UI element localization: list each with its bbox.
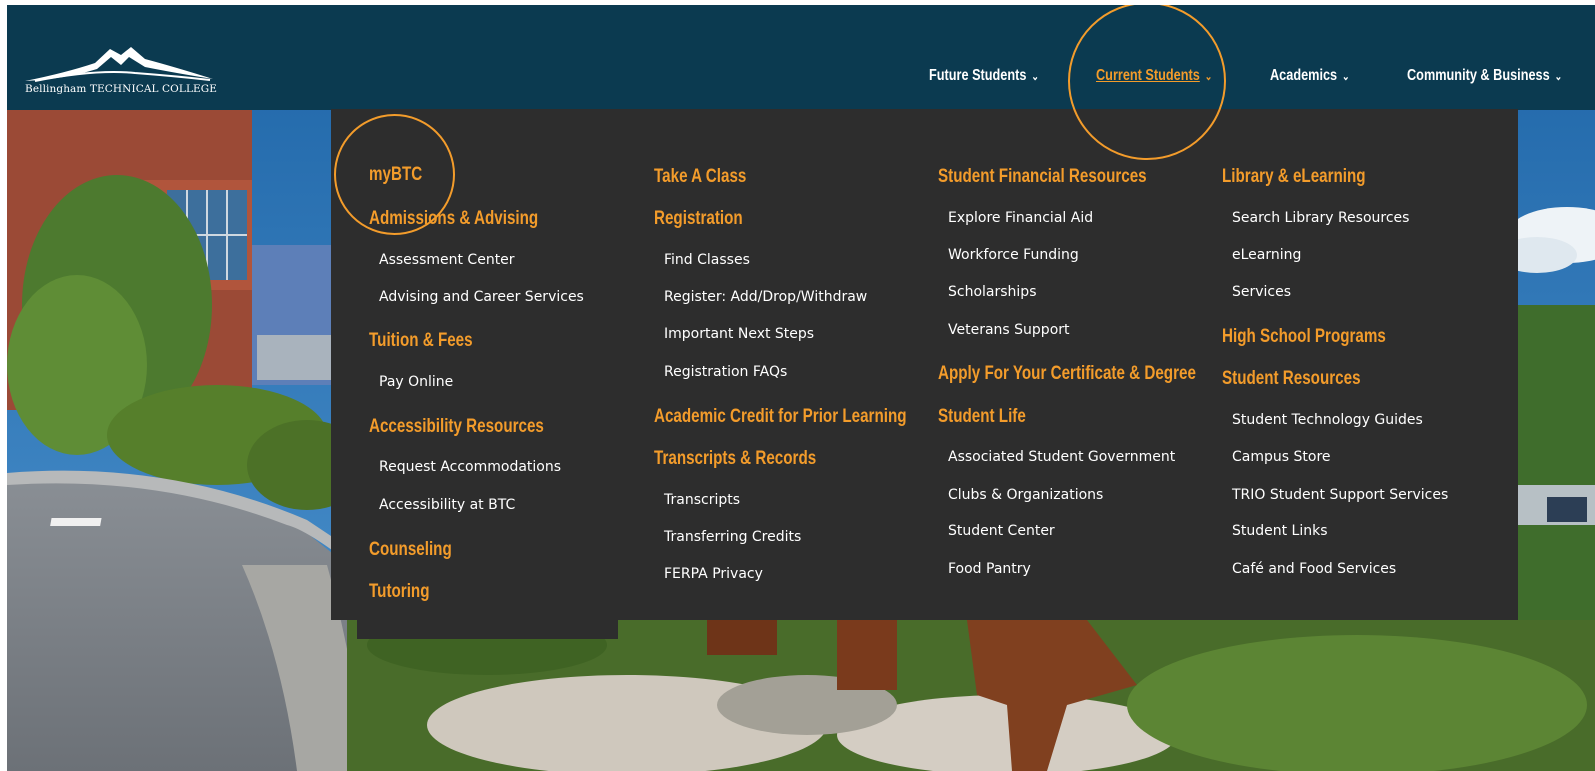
- menu-heading-financial-resources[interactable]: Student Financial Resources: [938, 166, 1147, 188]
- menu-link-find-classes[interactable]: Find Classes: [664, 251, 750, 269]
- menu-link-pay-online[interactable]: Pay Online: [379, 373, 453, 391]
- site-header: [7, 5, 1595, 110]
- menu-link-advising[interactable]: Advising and Career Services: [379, 288, 584, 306]
- chevron-down-icon: ⌄: [1342, 71, 1350, 83]
- menu-heading-take-class[interactable]: Take A Class: [654, 166, 746, 188]
- menu-link-veterans-support[interactable]: Veterans Support: [948, 321, 1070, 339]
- menu-heading-high-school[interactable]: High School Programs: [1222, 326, 1386, 348]
- menu-link-campus-store[interactable]: Campus Store: [1232, 448, 1331, 466]
- mountain-logo-icon: [25, 47, 213, 82]
- menu-heading-accessibility[interactable]: Accessibility Resources: [369, 416, 544, 438]
- menu-heading-tutoring[interactable]: Tutoring: [369, 581, 430, 603]
- nav-label: Community & Business: [1407, 67, 1550, 84]
- menu-link-transcripts[interactable]: Transcripts: [664, 491, 740, 509]
- menu-heading-registration[interactable]: Registration: [654, 208, 743, 230]
- menu-heading-transcripts-records[interactable]: Transcripts & Records: [654, 448, 816, 470]
- logo-text: Bellingham TECHNICAL COLLEGE: [25, 83, 218, 95]
- menu-heading-prior-learning[interactable]: Academic Credit for Prior Learning: [654, 406, 907, 428]
- chevron-down-icon: ⌄: [1204, 71, 1213, 83]
- menu-link-workforce-funding[interactable]: Workforce Funding: [948, 246, 1079, 264]
- menu-link-trio[interactable]: TRIO Student Support Services: [1232, 486, 1448, 504]
- menu-link-financial-aid[interactable]: Explore Financial Aid: [948, 209, 1093, 227]
- menu-heading-library[interactable]: Library & eLearning: [1222, 166, 1366, 188]
- menu-heading-apply-certificate[interactable]: Apply For Your Certificate & Degree: [938, 363, 1196, 385]
- menu-link-registration-faqs[interactable]: Registration FAQs: [664, 363, 787, 381]
- dropdown-extension: [357, 619, 618, 639]
- menu-link-next-steps[interactable]: Important Next Steps: [664, 325, 814, 343]
- menu-link-elearning[interactable]: eLearning: [1232, 246, 1301, 264]
- nav-label: Current Students: [1096, 67, 1200, 84]
- nav-community-business[interactable]: Community & Business ⌄: [1407, 67, 1562, 91]
- nav-current-students[interactable]: Current Students ⌄: [1096, 67, 1212, 91]
- menu-link-accessibility-btc[interactable]: Accessibility at BTC: [379, 496, 515, 514]
- menu-link-ferpa[interactable]: FERPA Privacy: [664, 565, 763, 583]
- nav-future-students[interactable]: Future Students ⌄: [929, 67, 1039, 91]
- menu-link-services[interactable]: Services: [1232, 283, 1291, 301]
- chevron-down-icon: ⌄: [1031, 71, 1039, 83]
- menu-link-transferring-credits[interactable]: Transferring Credits: [664, 528, 801, 546]
- menu-heading-admissions[interactable]: Admissions & Advising: [369, 208, 538, 230]
- menu-link-request-accommodations[interactable]: Request Accommodations: [379, 458, 561, 476]
- menu-heading-student-resources[interactable]: Student Resources: [1222, 368, 1361, 390]
- menu-link-clubs[interactable]: Clubs & Organizations: [948, 486, 1103, 504]
- menu-link-food-pantry[interactable]: Food Pantry: [948, 560, 1031, 578]
- menu-link-scholarships[interactable]: Scholarships: [948, 283, 1036, 301]
- menu-heading-tuition[interactable]: Tuition & Fees: [369, 330, 473, 352]
- menu-link-cafe[interactable]: Café and Food Services: [1232, 560, 1396, 578]
- chevron-down-icon: ⌄: [1554, 71, 1563, 83]
- menu-heading-mybtc[interactable]: myBTC: [369, 164, 422, 186]
- menu-link-student-center[interactable]: Student Center: [948, 522, 1055, 540]
- menu-link-register[interactable]: Register: Add/Drop/Withdraw: [664, 288, 867, 306]
- menu-heading-counseling[interactable]: Counseling: [369, 539, 452, 561]
- nav-label: Future Students: [929, 67, 1027, 84]
- menu-link-student-links[interactable]: Student Links: [1232, 522, 1328, 540]
- menu-link-search-library[interactable]: Search Library Resources: [1232, 209, 1409, 227]
- page-frame: Bellingham TECHNICAL COLLEGE Future Stud…: [7, 5, 1595, 771]
- college-logo[interactable]: Bellingham TECHNICAL COLLEGE: [25, 43, 217, 101]
- menu-link-tech-guides[interactable]: Student Technology Guides: [1232, 411, 1423, 429]
- nav-academics[interactable]: Academics ⌄: [1270, 67, 1350, 91]
- menu-link-asg[interactable]: Associated Student Government: [948, 448, 1175, 466]
- current-students-mega-menu: myBTC Admissions & Advising Assessment C…: [331, 109, 1518, 620]
- menu-link-assessment[interactable]: Assessment Center: [379, 251, 515, 269]
- menu-heading-student-life[interactable]: Student Life: [938, 406, 1026, 428]
- nav-label: Academics: [1270, 67, 1338, 84]
